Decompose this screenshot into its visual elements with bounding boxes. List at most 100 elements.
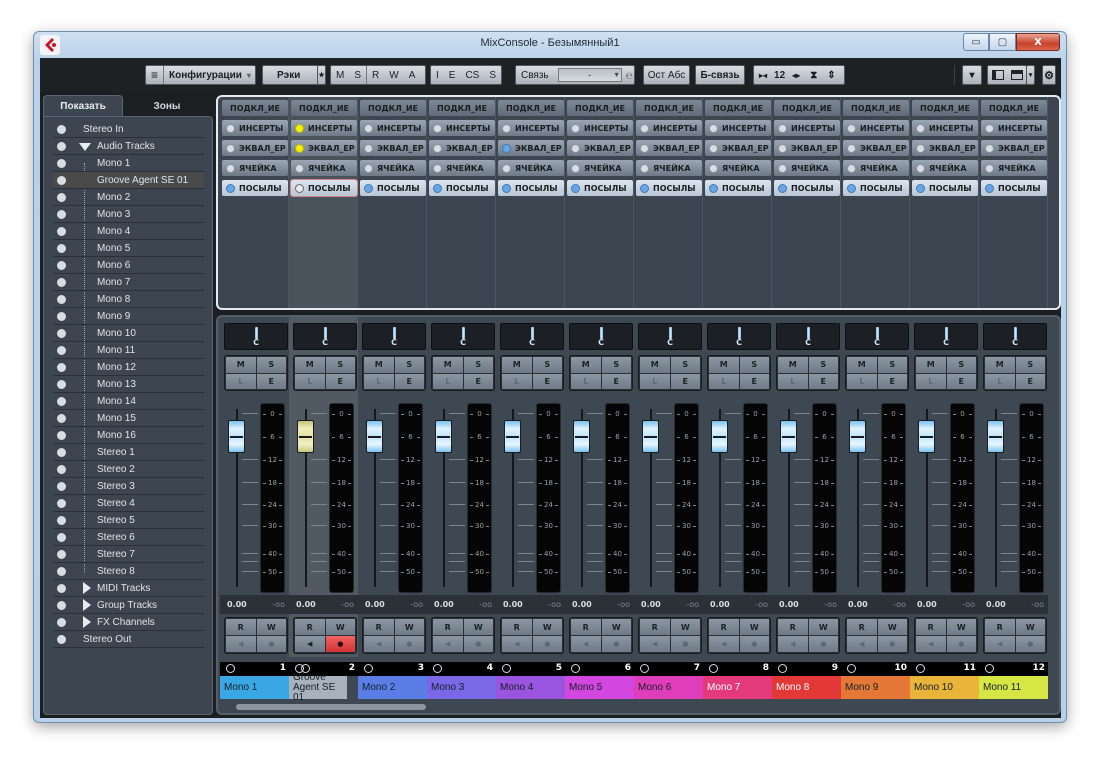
- inserts-status-led-icon[interactable]: [433, 123, 442, 133]
- channel-strip-section-button[interactable]: ЯЧЕЙКА: [843, 160, 909, 176]
- sends-section-button[interactable]: ПОСЫЛЫ: [222, 180, 288, 196]
- listen-button[interactable]: L: [778, 373, 808, 389]
- pan-control[interactable]: C: [431, 323, 495, 350]
- edit-channel-button[interactable]: E: [325, 373, 355, 389]
- eq-section-button[interactable]: ЭКВАЛ_ЕР: [981, 140, 1047, 156]
- record-enable-button[interactable]: ●: [1015, 636, 1045, 652]
- inserts-section-button[interactable]: ИНСЕРТЫ: [567, 120, 633, 136]
- edit-channel-button[interactable]: E: [946, 373, 976, 389]
- inserts-section-button[interactable]: ИНСЕРТЫ: [498, 120, 564, 136]
- peak-value[interactable]: -oo: [893, 600, 906, 609]
- eq-status-led-icon[interactable]: [295, 143, 304, 153]
- listen-button[interactable]: L: [433, 373, 463, 389]
- eq-section-button[interactable]: ЭКВАЛ_ЕР: [291, 140, 357, 156]
- edit-channel-button[interactable]: E: [877, 373, 907, 389]
- write-automation-button[interactable]: W: [946, 619, 976, 635]
- volume-fader-handle[interactable]: [228, 420, 245, 453]
- unlink-icon[interactable]: ℮: [626, 68, 633, 82]
- visibility-dot-icon[interactable]: [57, 329, 66, 338]
- record-enable-button[interactable]: ●: [877, 636, 907, 652]
- solo-button[interactable]: S: [808, 357, 838, 373]
- sends-section-button[interactable]: ПОСЫЛЫ: [498, 180, 564, 196]
- sends-status-led-icon[interactable]: [571, 183, 580, 193]
- volume-value[interactable]: 0.00: [710, 600, 730, 609]
- channel-strip-section-button[interactable]: ЯЧЕЙКА: [912, 160, 978, 176]
- visibility-dot-icon[interactable]: [57, 448, 66, 457]
- sends-section-button[interactable]: ПОСЫЛЫ: [912, 180, 978, 196]
- inserts-status-led-icon[interactable]: [847, 123, 856, 133]
- minimize-button[interactable]: ▭: [963, 33, 989, 51]
- inserts-status-led-icon[interactable]: [985, 123, 994, 133]
- solo-button[interactable]: S: [601, 357, 631, 373]
- channel-strip-status-led-icon[interactable]: [502, 163, 511, 173]
- monitor-button[interactable]: ◀: [709, 636, 739, 652]
- read-automation-button[interactable]: R: [364, 619, 394, 635]
- read-automation-button[interactable]: R: [847, 619, 877, 635]
- monitor-button[interactable]: ◀: [502, 636, 532, 652]
- sends-status-led-icon[interactable]: [295, 183, 304, 193]
- visibility-dot-icon[interactable]: [57, 635, 66, 644]
- eq-status-led-icon[interactable]: [916, 143, 925, 153]
- eq-section-button[interactable]: ЭКВАЛ_ЕР: [567, 140, 633, 156]
- visibility-dot-icon[interactable]: [57, 261, 66, 270]
- pan-control[interactable]: C: [638, 323, 702, 350]
- mute-button[interactable]: M: [433, 357, 463, 373]
- pan-control[interactable]: C: [845, 323, 909, 350]
- visibility-dot-icon[interactable]: [57, 397, 66, 406]
- channel-name[interactable]: Mono 11: [979, 676, 1048, 699]
- tree-item[interactable]: Stereo In: [53, 121, 204, 138]
- visibility-dot-icon[interactable]: [57, 482, 66, 491]
- routing-button[interactable]: ПОДКЛ_ИЕ: [774, 100, 840, 116]
- sends-section-button[interactable]: ПОСЫЛЫ: [567, 180, 633, 196]
- channel-strip-section-button[interactable]: ЯЧЕЙКА: [981, 160, 1047, 176]
- channel-strip-status-led-icon[interactable]: [433, 163, 442, 173]
- tree-item[interactable]: Mono 3: [53, 206, 204, 223]
- compact-height-icon[interactable]: ⧗: [805, 70, 822, 81]
- visibility-dot-icon[interactable]: [57, 142, 66, 151]
- sends-section-button[interactable]: ПОСЫЛЫ: [843, 180, 909, 196]
- racks-star-button[interactable]: ★: [317, 65, 326, 85]
- visibility-dot-icon[interactable]: [57, 499, 66, 508]
- sends-view-button[interactable]: S: [484, 70, 501, 81]
- eq-view-button[interactable]: E: [444, 70, 461, 81]
- inserts-section-button[interactable]: ИНСЕРТЫ: [981, 120, 1047, 136]
- sends-section-button[interactable]: ПОСЫЛЫ: [360, 180, 426, 196]
- mute-button[interactable]: M: [640, 357, 670, 373]
- inserts-status-led-icon[interactable]: [502, 123, 511, 133]
- toolbar-menu-button[interactable]: ▾: [962, 65, 982, 85]
- channel-name[interactable]: Mono 5: [565, 676, 634, 699]
- monitor-button[interactable]: ◀: [364, 636, 394, 652]
- peak-value[interactable]: -oo: [548, 600, 561, 609]
- volume-value[interactable]: 0.00: [227, 600, 247, 609]
- mute-button[interactable]: M: [295, 357, 325, 373]
- routing-button[interactable]: ПОДКЛ_ИЕ: [222, 100, 288, 116]
- edit-channel-button[interactable]: E: [739, 373, 769, 389]
- collapse-triangle-icon[interactable]: [83, 599, 91, 611]
- tree-item[interactable]: Mono 1: [53, 155, 204, 172]
- volume-fader-handle[interactable]: [918, 420, 935, 453]
- monitor-button[interactable]: ◀: [985, 636, 1015, 652]
- visibility-dot-icon[interactable]: [57, 550, 66, 559]
- mute-button[interactable]: M: [571, 357, 601, 373]
- edit-channel-button[interactable]: E: [532, 373, 562, 389]
- channel-name[interactable]: Groove Agent SE 01: [289, 672, 347, 702]
- channel-strip-section-button[interactable]: ЯЧЕЙКА: [429, 160, 495, 176]
- tree-item[interactable]: Mono 7: [53, 274, 204, 291]
- solo-button[interactable]: S: [877, 357, 907, 373]
- mute-button[interactable]: M: [847, 357, 877, 373]
- visibility-dot-icon[interactable]: [57, 312, 66, 321]
- eq-status-led-icon[interactable]: [778, 143, 787, 153]
- visibility-dot-icon[interactable]: [57, 584, 66, 593]
- visibility-dot-icon[interactable]: [57, 227, 66, 236]
- volume-value[interactable]: 0.00: [986, 600, 1006, 609]
- volume-fader-handle[interactable]: [297, 420, 314, 453]
- record-enable-button[interactable]: ●: [463, 636, 493, 652]
- inserts-status-led-icon[interactable]: [295, 123, 304, 133]
- visibility-dot-icon[interactable]: [57, 516, 66, 525]
- channel-strip-status-led-icon[interactable]: [778, 163, 787, 173]
- tree-item[interactable]: Stereo 2: [53, 461, 204, 478]
- volume-value[interactable]: 0.00: [779, 600, 799, 609]
- read-automation-button[interactable]: R: [916, 619, 946, 635]
- pan-control[interactable]: C: [914, 323, 978, 350]
- channel-strip-status-led-icon[interactable]: [709, 163, 718, 173]
